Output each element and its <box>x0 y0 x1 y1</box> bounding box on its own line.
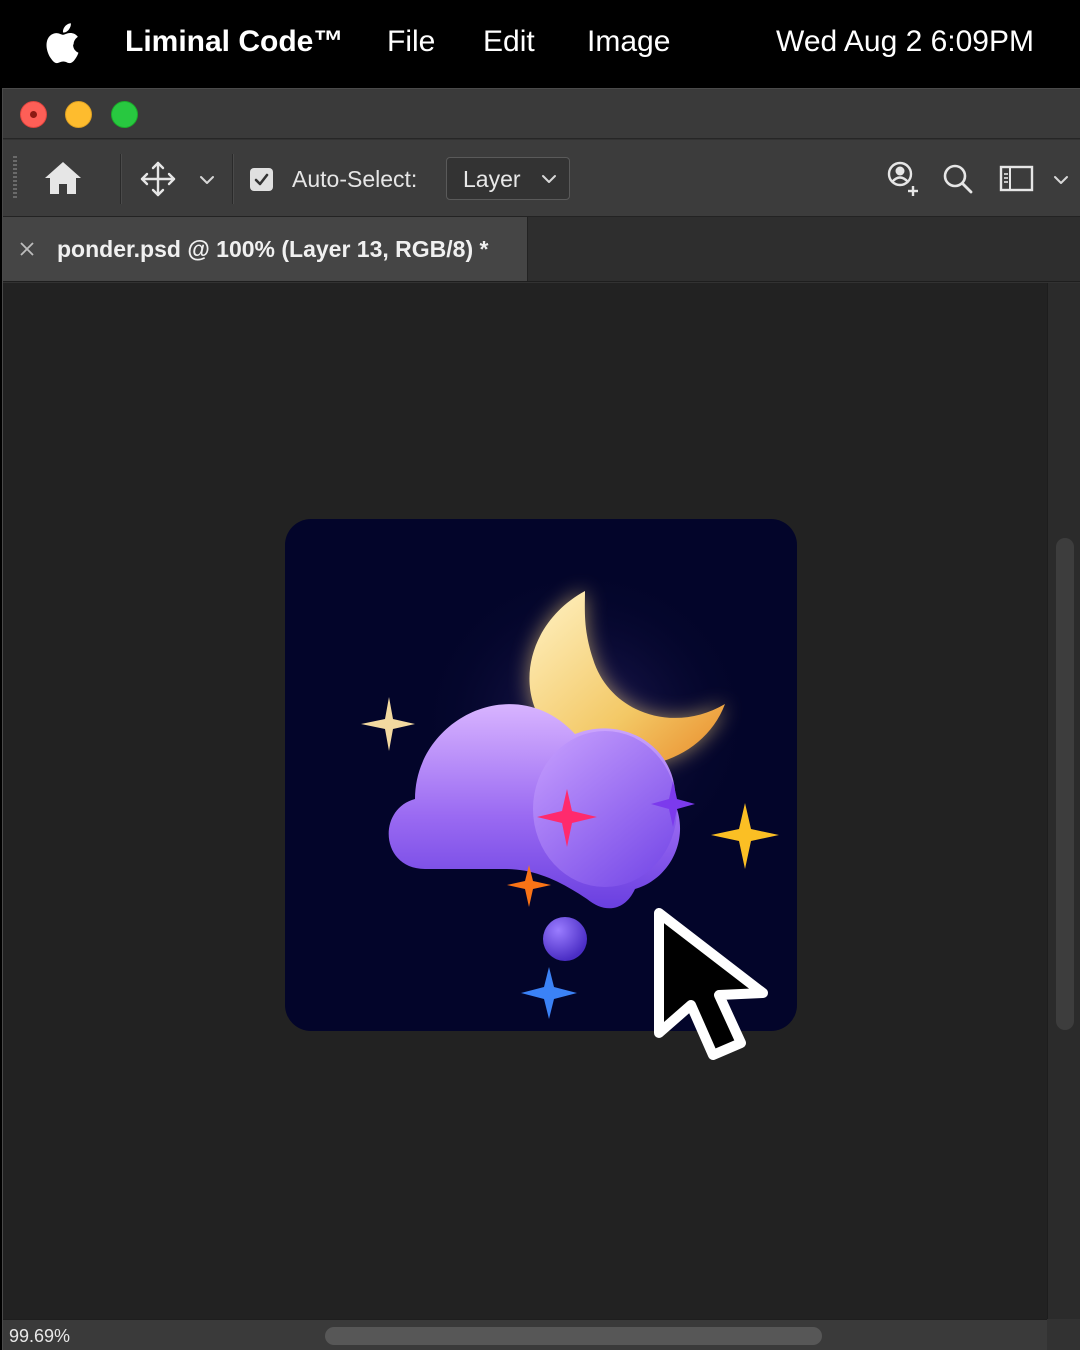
thought-bubble-dot <box>543 917 587 961</box>
close-icon[interactable] <box>17 239 37 259</box>
document-tab-bar: ponder.psd @ 100% (Layer 13, RGB/8) * <box>3 217 1080 282</box>
auto-select-target-dropdown[interactable]: Layer <box>446 157 570 200</box>
chevron-down-icon[interactable] <box>197 170 217 190</box>
app-name-menu[interactable]: Liminal Code™ <box>125 22 343 62</box>
maximize-window-button[interactable] <box>111 101 138 128</box>
horizontal-scrollbar-thumb[interactable] <box>325 1327 822 1345</box>
chevron-down-icon <box>542 175 556 183</box>
workspace-icon[interactable] <box>999 164 1035 194</box>
toolbar-grip-handle[interactable] <box>13 156 17 200</box>
menu-bar-clock[interactable]: Wed Aug 2 6:09PM <box>776 22 1034 62</box>
app-window: Auto-Select: Layer ponder.psd @ 100% (La… <box>2 88 1080 1350</box>
close-window-button[interactable] <box>20 101 47 128</box>
toolbar-divider <box>120 154 122 204</box>
zoom-level-readout[interactable]: 99.69% <box>9 1325 70 1347</box>
dropdown-value: Layer <box>463 166 521 192</box>
search-icon[interactable] <box>941 162 975 196</box>
file-menu[interactable]: File <box>387 22 435 62</box>
scrollbar-corner <box>1047 1319 1080 1350</box>
edit-menu[interactable]: Edit <box>483 22 535 62</box>
toolbar-divider <box>232 154 234 204</box>
apple-logo-icon[interactable] <box>44 22 80 64</box>
auto-select-label: Auto-Select: <box>292 166 418 192</box>
document-tab[interactable]: ponder.psd @ 100% (Layer 13, RGB/8) * <box>3 217 528 281</box>
tool-options-bar: Auto-Select: Layer <box>3 140 1080 217</box>
status-bar: 99.69% <box>3 1319 1047 1350</box>
vertical-scrollbar[interactable] <box>1047 283 1080 1319</box>
move-tool-icon[interactable] <box>139 160 177 198</box>
document-tab-title: ponder.psd @ 100% (Layer 13, RGB/8) * <box>57 236 489 262</box>
menu-bar: Liminal Code™ File Edit Image Wed Aug 2 … <box>0 0 1080 88</box>
minimize-window-button[interactable] <box>65 101 92 128</box>
window-title-bar <box>3 89 1080 139</box>
auto-select-checkbox[interactable] <box>250 168 273 191</box>
pointer-cursor-icon <box>654 908 768 1060</box>
share-user-icon[interactable] <box>883 159 923 199</box>
home-icon[interactable] <box>43 160 83 196</box>
chevron-down-icon[interactable] <box>1051 170 1071 190</box>
checkmark-icon <box>254 173 269 186</box>
vertical-scrollbar-thumb[interactable] <box>1056 538 1074 1030</box>
image-menu[interactable]: Image <box>587 22 670 62</box>
